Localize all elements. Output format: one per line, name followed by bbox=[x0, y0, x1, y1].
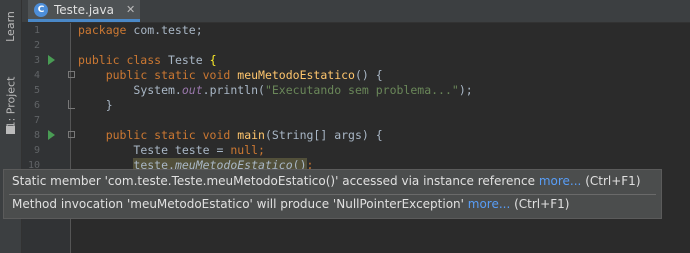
code-line: 5 System.out.println("Executando sem pro… bbox=[22, 83, 690, 98]
editor-tab-filename: Teste.java bbox=[54, 2, 114, 17]
code-line: 6 } bbox=[22, 98, 690, 113]
tooltip-message: Method invocation 'meuMetodoEstatico' wi… bbox=[12, 197, 468, 211]
fold-icon[interactable] bbox=[68, 71, 75, 78]
tooltip-divider bbox=[9, 194, 656, 195]
matched-brace: { bbox=[209, 53, 217, 67]
fold-end-icon[interactable] bbox=[68, 100, 75, 109]
shortcut-hint: (Ctrl+F1) bbox=[581, 174, 641, 188]
code-line: 7 bbox=[22, 113, 690, 128]
line-number: 3 bbox=[33, 55, 40, 66]
line-number: 9 bbox=[33, 145, 40, 156]
editor-tab-bar: C Teste.java ✕ bbox=[22, 0, 690, 23]
code-text: System. bbox=[133, 83, 182, 97]
code-text: .println( bbox=[202, 83, 265, 97]
code-text: Teste teste = bbox=[133, 143, 231, 157]
folder-icon bbox=[6, 126, 15, 134]
string-literal: "Executando sem problema..." bbox=[264, 83, 459, 97]
line-number: 2 bbox=[33, 40, 40, 51]
code-line: 3 public class Teste { bbox=[22, 53, 690, 68]
keyword: public static void bbox=[105, 128, 238, 142]
java-class-icon: C bbox=[34, 2, 48, 17]
close-tab-icon[interactable]: ✕ bbox=[126, 3, 135, 16]
keyword: package bbox=[78, 23, 134, 37]
package-name: com.teste; bbox=[133, 23, 203, 37]
shortcut-hint: (Ctrl+F1) bbox=[510, 197, 570, 211]
code-text: ); bbox=[458, 83, 473, 97]
code-text: ; bbox=[258, 143, 265, 157]
inspection-tooltip: Static member 'com.teste.Teste.meuMetodo… bbox=[3, 169, 662, 219]
line-number: 7 bbox=[33, 115, 40, 126]
code-line: 9 Teste teste = null; bbox=[22, 143, 690, 158]
code-line: 2 bbox=[22, 38, 690, 53]
learn-tab-label: Learn bbox=[4, 10, 17, 42]
class-name: Teste bbox=[168, 53, 210, 67]
code-line: 1 package com.teste; bbox=[22, 23, 690, 38]
line-number: 6 bbox=[33, 100, 40, 111]
static-field: out bbox=[181, 83, 203, 97]
keyword: public class bbox=[78, 53, 169, 67]
keyword: null bbox=[230, 143, 259, 157]
run-main-icon[interactable] bbox=[48, 130, 55, 140]
more-link[interactable]: more... bbox=[539, 174, 582, 188]
keyword: public static void bbox=[105, 68, 238, 82]
editor-tab-teste-java[interactable]: C Teste.java ✕ bbox=[28, 0, 140, 22]
project-tab-label: 1: Project bbox=[4, 76, 17, 128]
tooltip-message: Static member 'com.teste.Teste.meuMetodo… bbox=[12, 174, 539, 188]
code-text: () { bbox=[354, 68, 383, 82]
method-name: main bbox=[237, 128, 265, 142]
line-number: 1 bbox=[33, 25, 40, 36]
code-text: } bbox=[78, 98, 113, 112]
learn-tool-tab[interactable]: Learn bbox=[0, 4, 21, 48]
fold-icon[interactable] bbox=[68, 131, 75, 138]
code-line: 4 public static void meuMetodoEstatico()… bbox=[22, 68, 690, 83]
line-number: 4 bbox=[33, 70, 40, 81]
line-number: 8 bbox=[33, 130, 40, 141]
more-link[interactable]: more... bbox=[468, 197, 511, 211]
code-line: 8 public static void main(String[] args)… bbox=[22, 128, 690, 143]
line-number: 5 bbox=[33, 85, 40, 96]
tooltip-line-2: Method invocation 'meuMetodoEstatico' wi… bbox=[12, 197, 569, 211]
tooltip-line-1: Static member 'com.teste.Teste.meuMetodo… bbox=[12, 174, 641, 188]
run-class-icon[interactable] bbox=[48, 55, 55, 65]
code-text: (String[] args) { bbox=[264, 128, 383, 142]
method-name: meuMetodoEstatico bbox=[237, 68, 355, 82]
